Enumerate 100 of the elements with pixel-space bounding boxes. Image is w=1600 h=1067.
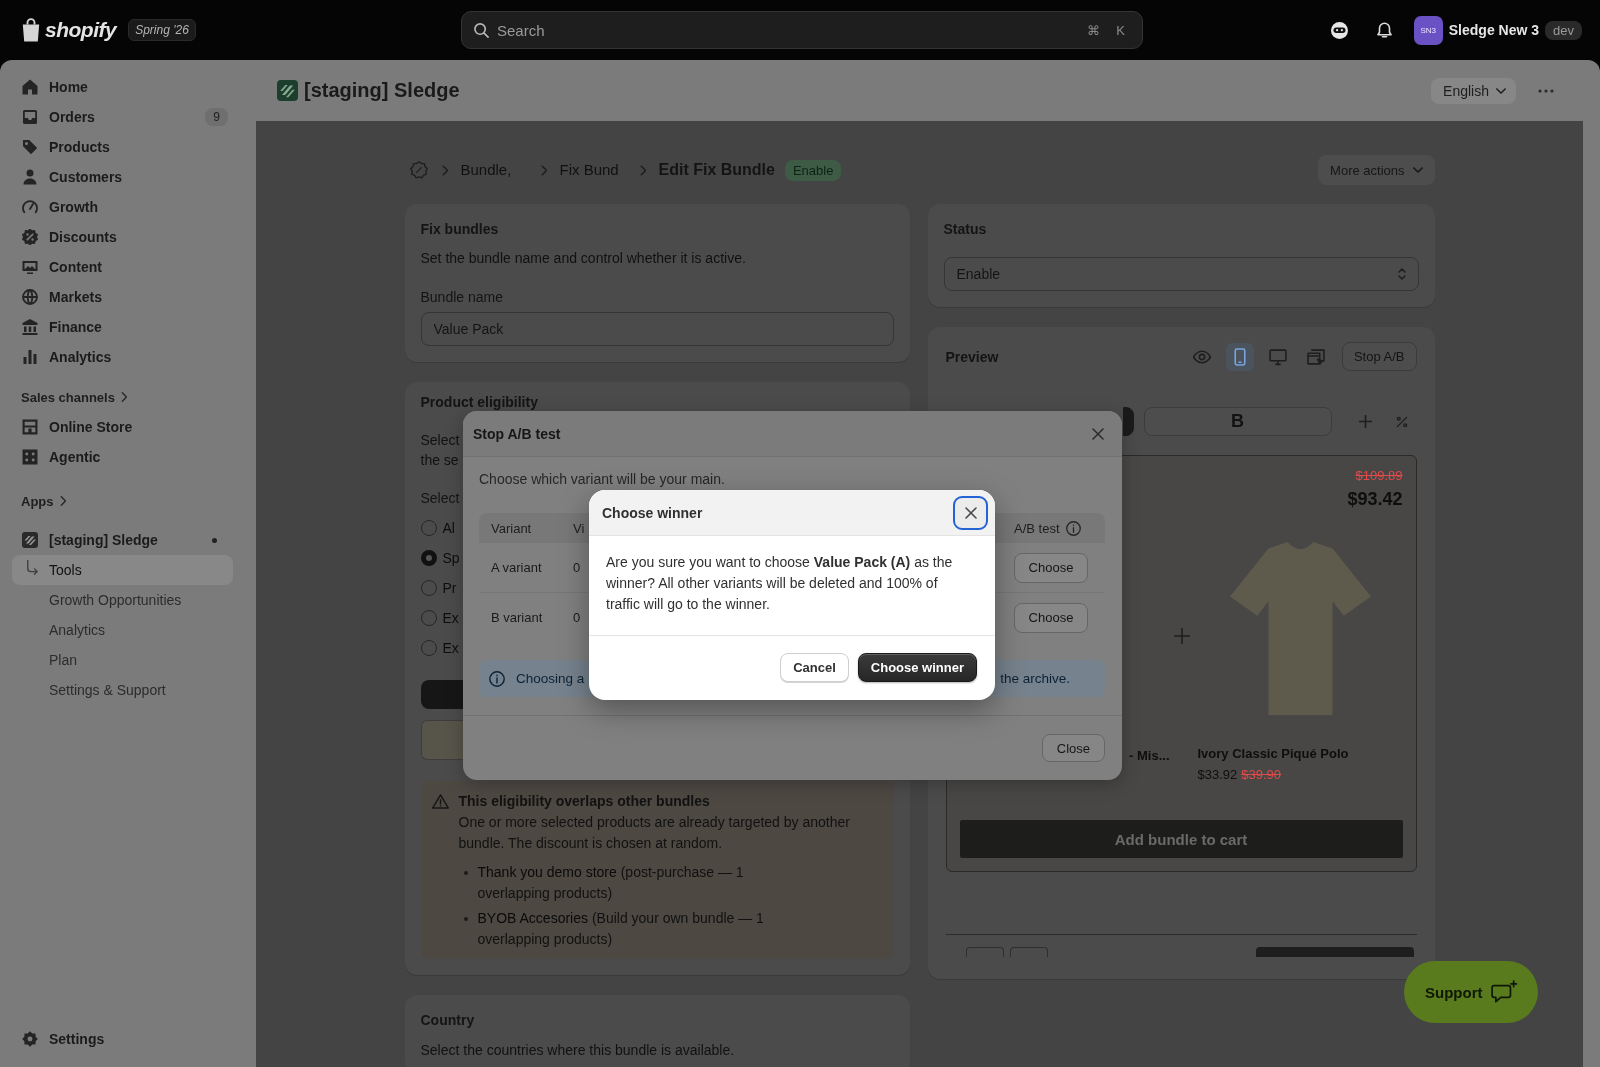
nav-item[interactable]: Customers: [12, 162, 233, 192]
covered-button[interactable]: [420, 680, 463, 709]
apps-link[interactable]: Apps: [21, 486, 66, 516]
nav-item[interactable]: Discounts: [12, 222, 233, 252]
shortcut-key: K: [1116, 22, 1125, 38]
tag-icon: [22, 139, 38, 155]
stop-ab-button[interactable]: Stop A/B: [1341, 342, 1417, 371]
column-header: Vi: [573, 520, 585, 536]
dialog-message: Are you sure you want to choose Value Pack (A) as the winner? All other variants will be deleted and 100% of traffic will go to the winner.: [606, 553, 954, 614]
partial-box: [965, 947, 1004, 957]
nav-item[interactable]: Content: [12, 252, 233, 282]
language-button[interactable]: English: [1431, 77, 1516, 104]
card-title: Status: [943, 220, 988, 238]
info-icon: [489, 670, 505, 687]
card-description: Set the bundle name and control whether it is active.: [420, 249, 747, 267]
card-description: Select the countries where this bundle is available.: [420, 1041, 736, 1059]
chevron-right-icon: [540, 164, 547, 176]
partial-button[interactable]: [1255, 947, 1414, 957]
card-title: Preview: [945, 347, 999, 366]
phone-icon[interactable]: [1225, 342, 1254, 371]
sales-channels-link[interactable]: Sales channels: [21, 382, 127, 412]
option-label: Sp: [442, 550, 460, 566]
app-nav-item[interactable]: [staging] Sledge: [12, 525, 233, 555]
nav-item[interactable]: Home: [12, 72, 233, 102]
nav-item[interactable]: Growth: [12, 192, 233, 222]
compare-price: $39.90: [1241, 767, 1282, 783]
info-text: Choosing a: [516, 671, 585, 686]
choose-button[interactable]: Choose: [1014, 602, 1088, 633]
eye-icon[interactable]: [1192, 347, 1211, 366]
nav-item[interactable]: Products: [12, 132, 233, 162]
choose-button[interactable]: Choose: [1014, 552, 1088, 583]
chevron-right-icon: [639, 164, 646, 176]
nav-item[interactable]: Orders 9: [12, 102, 233, 132]
nav-item[interactable]: Settings: [12, 1024, 233, 1054]
account-avatar[interactable]: SN3: [1413, 15, 1443, 45]
warning-text: One or more selected products are already targeted by another bundle. The discount is chosen at random.: [458, 813, 851, 853]
bullet-icon: [463, 871, 468, 875]
field-label: Bundle name: [420, 288, 504, 306]
nav-item[interactable]: Markets: [12, 282, 233, 312]
cancel-button[interactable]: Cancel: [780, 653, 849, 682]
close-icon[interactable]: [1092, 427, 1104, 440]
photo-placeholder: [420, 720, 463, 760]
face-icon[interactable]: [1330, 21, 1348, 39]
app-title: [staging] Sledge: [304, 79, 460, 102]
confirm-button[interactable]: Choose winner: [857, 653, 977, 682]
dialog-title: Stop A/B test: [473, 425, 561, 442]
app-logo-icon: [277, 80, 298, 101]
plus-icon: [1173, 628, 1190, 644]
up-down-chevron-icon: [1397, 268, 1406, 280]
sub-nav-item[interactable]: Analytics: [12, 615, 233, 645]
more-icon[interactable]: [1538, 88, 1554, 93]
nav-item[interactable]: Online Store: [12, 412, 233, 442]
overlap-item: Thank you demo store (post-purchase — 1 overlapping products): [477, 863, 745, 903]
chevron-right-icon: [441, 164, 448, 176]
bar-chart-icon: [22, 349, 38, 365]
chevron-right-icon: [120, 392, 127, 402]
shortcut-key: ⌘: [1087, 22, 1101, 38]
bell-icon[interactable]: [1376, 21, 1392, 39]
dialog-description: Choose which variant will be your main.: [479, 470, 726, 488]
info-text: the archive.: [1000, 671, 1070, 686]
support-button[interactable]: Support: [1404, 961, 1538, 1023]
product-title: - Mis...: [1129, 748, 1170, 763]
radio-button[interactable]: [420, 550, 437, 566]
sub-nav-item[interactable]: Tools: [12, 555, 233, 585]
card-title: Country: [420, 1011, 476, 1029]
nav-item[interactable]: Agentic: [12, 442, 233, 472]
option-label: Al: [442, 520, 455, 536]
edition-badge: Spring '26: [128, 19, 196, 41]
add-to-cart-button[interactable]: Add bundle to cart: [959, 820, 1403, 858]
product-title: Ivory Classic Piqué Polo: [1197, 746, 1349, 762]
sub-nav-item[interactable]: Settings & Support: [12, 675, 233, 705]
column-header: A/B test: [1014, 520, 1060, 536]
variant-tab[interactable]: B: [1143, 407, 1332, 436]
card-description: the se: [420, 452, 459, 468]
info-icon[interactable]: [1065, 520, 1081, 536]
sub-nav-item[interactable]: Plan: [12, 645, 233, 675]
chat-bubble-icon: [1490, 980, 1518, 1004]
variant-tab[interactable]: [1122, 407, 1134, 436]
branch-arrow-icon: [27, 559, 38, 575]
badge-icon[interactable]: [409, 161, 428, 179]
option-label: Pr: [442, 580, 457, 596]
warning-title: This eligibility overlaps other bundles: [458, 792, 711, 811]
sub-nav-item[interactable]: Growth Opportunities: [12, 585, 233, 615]
table-cell: B variant: [491, 610, 543, 625]
nav-item[interactable]: Analytics: [12, 342, 233, 372]
table-cell: 0: [573, 610, 581, 625]
desktop-icon[interactable]: [1268, 347, 1287, 366]
close-button[interactable]: Close: [1041, 734, 1105, 762]
browser-windows-icon[interactable]: [1306, 347, 1325, 366]
account-name[interactable]: Sledge New 3: [1448, 22, 1540, 38]
home-icon: [22, 79, 38, 95]
store-icon: [22, 419, 38, 435]
percent-icon[interactable]: [1395, 415, 1408, 428]
partial-box: [1009, 947, 1048, 957]
image-icon: [22, 259, 38, 275]
plus-icon[interactable]: [1358, 415, 1372, 428]
close-button[interactable]: [953, 495, 988, 530]
app-logo-icon: [22, 532, 38, 548]
nav-item[interactable]: Finance: [12, 312, 233, 342]
discount-icon: [22, 229, 38, 245]
